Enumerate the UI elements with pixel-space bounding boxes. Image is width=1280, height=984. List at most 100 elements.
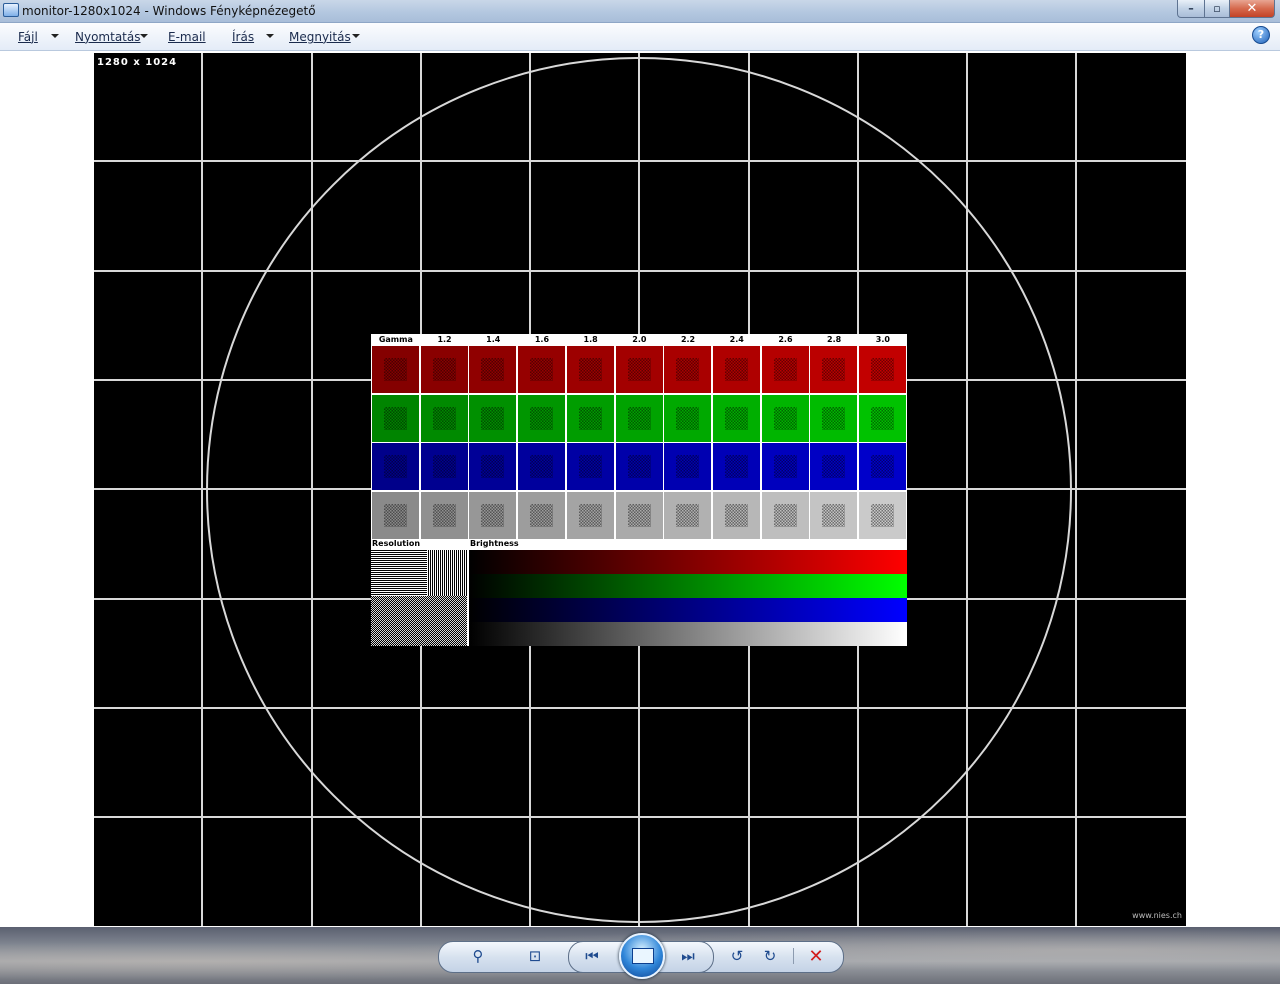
gamma-swatch-blue bbox=[518, 443, 566, 490]
checker-pattern bbox=[676, 455, 700, 478]
gamma-swatch-gray bbox=[761, 491, 809, 539]
menu-email[interactable]: E-mail bbox=[168, 30, 206, 44]
chevron-down-icon[interactable] bbox=[352, 34, 360, 38]
checker-pattern bbox=[384, 503, 407, 527]
gamma-swatch-red bbox=[420, 346, 468, 393]
gamma-swatch-green bbox=[664, 394, 712, 442]
checker-pattern bbox=[773, 406, 797, 430]
gamma-header-cell: 2.6 bbox=[778, 335, 793, 344]
gamma-swatch-gray bbox=[566, 491, 614, 539]
checker-pattern bbox=[384, 406, 407, 430]
bottom-toolbar: ⚲ ⊡ ⏮ ⏭ ↺ ↻ ✕ bbox=[0, 927, 1280, 984]
gamma-swatch-red bbox=[372, 346, 419, 393]
gamma-swatch-blue bbox=[566, 443, 614, 490]
checker-pattern bbox=[822, 358, 846, 381]
gamma-header-cell: 1.2 bbox=[437, 335, 452, 344]
delete-icon[interactable]: ✕ bbox=[801, 941, 831, 971]
displayed-image[interactable]: 1280 x 1024 www.nies.ch Gamma 1.2 1.4 1.6 1.… bbox=[94, 53, 1186, 926]
resolution-pattern bbox=[371, 550, 467, 646]
gamma-swatch-blue bbox=[615, 443, 663, 490]
image-viewer: 1280 x 1024 www.nies.ch Gamma 1.2 1.4 1.6 1.… bbox=[0, 51, 1280, 926]
gamma-swatch-red bbox=[859, 346, 906, 393]
gamma-header-cell: 1.4 bbox=[486, 335, 501, 344]
gamma-swatch-green bbox=[566, 394, 614, 442]
checker-pattern bbox=[676, 358, 700, 381]
checker-pattern bbox=[676, 503, 700, 527]
gamma-swatch-green bbox=[420, 394, 468, 442]
checker-pattern bbox=[481, 503, 505, 527]
checker-pattern bbox=[773, 455, 797, 478]
checker-pattern bbox=[822, 455, 846, 478]
gamma-header-cell: 1.8 bbox=[583, 335, 598, 344]
maximize-button[interactable]: ▫ bbox=[1205, 0, 1230, 18]
gamma-swatch-red bbox=[761, 346, 809, 393]
checker-pattern bbox=[530, 455, 554, 478]
checker-pattern bbox=[627, 358, 651, 381]
next-icon[interactable]: ⏭ bbox=[673, 941, 703, 971]
minimize-button[interactable]: – bbox=[1177, 0, 1205, 18]
checker-pattern bbox=[724, 455, 748, 478]
gamma-swatch-red bbox=[518, 346, 566, 393]
gamma-swatch-blue bbox=[712, 443, 760, 490]
help-icon[interactable]: ? bbox=[1252, 26, 1270, 44]
menu-burn[interactable]: Írás bbox=[232, 30, 254, 44]
previous-icon[interactable]: ⏮ bbox=[577, 941, 607, 971]
gamma-header: Gamma 1.2 1.4 1.6 1.8 2.0 2.2 2.4 2.6 2.8 3.0 bbox=[371, 334, 907, 345]
gamma-swatch-gray bbox=[664, 491, 712, 539]
zoom-icon[interactable]: ⚲ bbox=[463, 941, 493, 971]
resolution-heading: Resolution bbox=[372, 539, 421, 548]
menu-bar: Fájl Nyomtatás E-mail Írás Megnyitás ? bbox=[0, 23, 1280, 51]
rotate-right-icon[interactable]: ↻ bbox=[755, 941, 785, 971]
checker-pattern bbox=[578, 406, 602, 430]
gamma-header-cell: 2.2 bbox=[680, 335, 696, 344]
checker-pattern bbox=[371, 596, 467, 646]
rotate-left-icon[interactable]: ↺ bbox=[722, 941, 752, 971]
checker-pattern bbox=[530, 406, 554, 430]
gamma-header-cell: 3.0 bbox=[875, 335, 890, 344]
resolution-label: 1280 x 1024 bbox=[97, 57, 178, 68]
menu-file[interactable]: Fájl bbox=[18, 30, 38, 44]
horizontal-lines-pattern bbox=[371, 550, 427, 596]
chevron-down-icon[interactable] bbox=[140, 34, 148, 38]
checker-pattern bbox=[724, 503, 748, 527]
gamma-swatch-gray bbox=[518, 491, 566, 539]
gamma-swatch-gray bbox=[372, 491, 419, 539]
checker-pattern bbox=[871, 503, 894, 527]
brightness-bar-green bbox=[469, 574, 907, 598]
checker-pattern bbox=[724, 406, 748, 430]
gamma-header-cell: Gamma bbox=[378, 335, 413, 344]
gamma-swatch-blue bbox=[420, 443, 468, 490]
gamma-header-cell: 1.6 bbox=[534, 335, 550, 344]
gamma-swatch-green bbox=[761, 394, 809, 442]
gamma-swatch-green bbox=[372, 394, 419, 442]
menu-print[interactable]: Nyomtatás bbox=[75, 30, 140, 44]
checker-pattern bbox=[578, 503, 602, 527]
close-button[interactable]: ✕ bbox=[1230, 0, 1275, 18]
checker-pattern bbox=[481, 406, 505, 430]
gamma-swatch-blue bbox=[372, 443, 419, 490]
checker-pattern bbox=[871, 358, 894, 381]
gamma-swatch-red bbox=[664, 346, 712, 393]
gamma-header-cell: 2.0 bbox=[632, 335, 647, 344]
chevron-down-icon[interactable] bbox=[51, 34, 59, 38]
gamma-swatch-gray bbox=[469, 491, 517, 539]
checker-pattern bbox=[432, 358, 456, 381]
chevron-down-icon[interactable] bbox=[266, 34, 274, 38]
gamma-swatch-green bbox=[810, 394, 858, 442]
gamma-swatch-gray bbox=[859, 491, 906, 539]
gamma-swatch-green bbox=[469, 394, 517, 442]
checker-pattern bbox=[432, 406, 456, 430]
checker-pattern bbox=[822, 503, 846, 527]
gamma-swatch-red bbox=[810, 346, 858, 393]
checker-pattern bbox=[530, 503, 554, 527]
slideshow-button[interactable] bbox=[619, 933, 665, 979]
gamma-swatch-gray bbox=[420, 491, 468, 539]
menu-open[interactable]: Megnyitás bbox=[289, 30, 351, 44]
window-title: monitor-1280x1024 - Windows Fényképnézeg… bbox=[22, 4, 316, 18]
checker-pattern bbox=[773, 358, 797, 381]
checker-pattern bbox=[432, 503, 456, 527]
gamma-swatch-red bbox=[615, 346, 663, 393]
gamma-swatch-gray bbox=[810, 491, 858, 539]
gamma-swatch-blue bbox=[469, 443, 517, 490]
fit-window-icon[interactable]: ⊡ bbox=[520, 941, 550, 971]
